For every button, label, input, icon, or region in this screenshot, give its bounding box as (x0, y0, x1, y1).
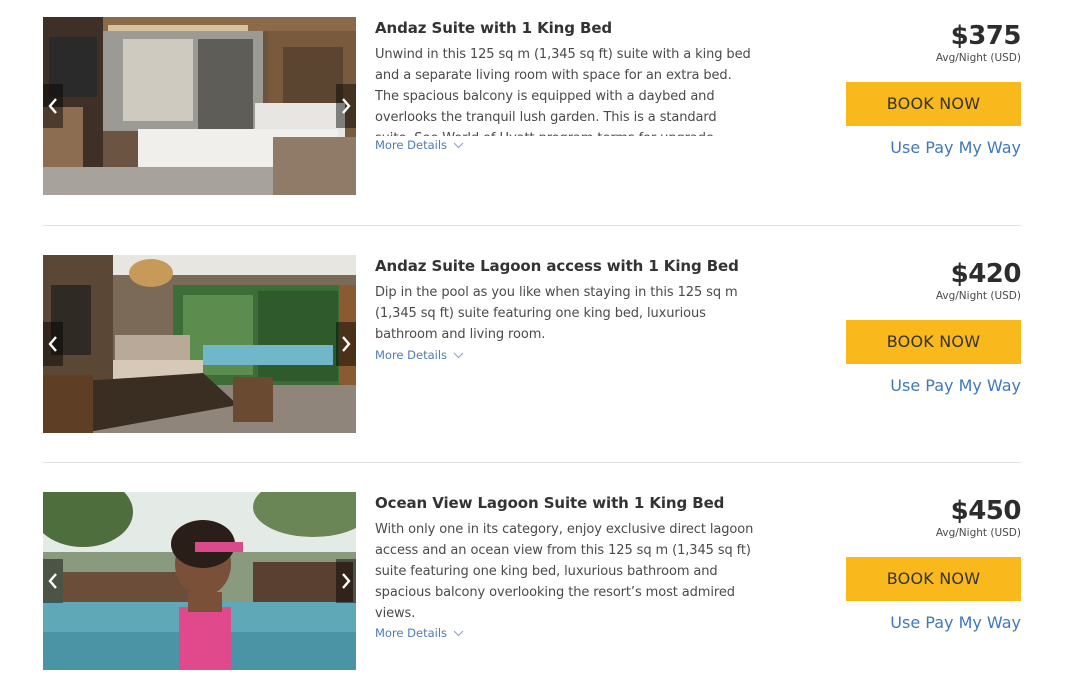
carousel-next-button[interactable] (336, 84, 356, 128)
room-info: Andaz Suite Lagoon access with 1 King Be… (375, 255, 755, 364)
room-photo-carousel[interactable] (43, 17, 356, 195)
chevron-right-icon (342, 98, 351, 114)
more-details-label: More Details (375, 348, 448, 362)
room-photo-carousel[interactable] (43, 492, 356, 670)
room-photo (43, 17, 356, 195)
room-description: With only one in its category, enjoy exc… (375, 522, 754, 621)
divider (43, 225, 1021, 226)
book-now-button[interactable]: BOOK NOW (846, 320, 1021, 364)
chevron-right-icon (342, 336, 351, 352)
price-note: Avg/Night (USD) (935, 52, 1021, 64)
chevron-right-icon (342, 573, 351, 589)
carousel-prev-button[interactable] (43, 559, 63, 603)
book-now-button[interactable]: BOOK NOW (846, 82, 1021, 126)
more-details-label: More Details (375, 626, 448, 640)
room-card: Ocean View Lagoon Suite with 1 King Bed … (43, 492, 1022, 670)
room-description: Unwind in this 125 sq m (1,345 sq ft) su… (375, 47, 751, 136)
chevron-down-icon (453, 142, 464, 148)
divider (43, 462, 1021, 463)
more-details-label: More Details (375, 138, 448, 152)
book-now-button[interactable]: BOOK NOW (846, 557, 1021, 601)
room-title: Ocean View Lagoon Suite with 1 King Bed (375, 494, 725, 512)
pay-my-way-link[interactable]: Use Pay My Way (890, 137, 1021, 159)
chevron-down-icon (453, 630, 464, 636)
more-details-link[interactable]: More Details (375, 347, 464, 363)
chevron-left-icon (48, 573, 57, 589)
price-note: Avg/Night (USD) (935, 527, 1021, 539)
room-photo (43, 255, 356, 433)
carousel-next-button[interactable] (336, 322, 356, 366)
room-price: $375 (950, 21, 1022, 51)
room-info: Ocean View Lagoon Suite with 1 King Bed … (375, 492, 755, 642)
room-photo (43, 492, 356, 670)
room-photo-carousel[interactable] (43, 255, 356, 433)
pay-my-way-link[interactable]: Use Pay My Way (890, 375, 1021, 397)
room-card: Andaz Suite with 1 King Bed Unwind in th… (43, 17, 1022, 195)
price-column: $420 Avg/Night (USD) (821, 255, 1022, 302)
chevron-down-icon (453, 352, 464, 358)
carousel-prev-button[interactable] (43, 84, 63, 128)
carousel-next-button[interactable] (336, 559, 356, 603)
room-info: Andaz Suite with 1 King Bed Unwind in th… (375, 17, 755, 154)
room-title: Andaz Suite with 1 King Bed (375, 19, 613, 37)
room-price: $420 (950, 259, 1022, 289)
room-card: Andaz Suite Lagoon access with 1 King Be… (43, 255, 1022, 433)
price-column: $450 Avg/Night (USD) (821, 492, 1022, 539)
more-details-link[interactable]: More Details (375, 137, 464, 153)
room-title: Andaz Suite Lagoon access with 1 King Be… (375, 257, 739, 275)
room-price: $450 (950, 496, 1022, 526)
pay-my-way-link[interactable]: Use Pay My Way (890, 612, 1021, 634)
room-description: Dip in the pool as you like when staying… (375, 285, 738, 342)
price-note: Avg/Night (USD) (935, 290, 1021, 302)
chevron-left-icon (48, 98, 57, 114)
more-details-link[interactable]: More Details (375, 625, 464, 641)
chevron-left-icon (48, 336, 57, 352)
carousel-prev-button[interactable] (43, 322, 63, 366)
price-column: $375 Avg/Night (USD) (821, 17, 1022, 64)
